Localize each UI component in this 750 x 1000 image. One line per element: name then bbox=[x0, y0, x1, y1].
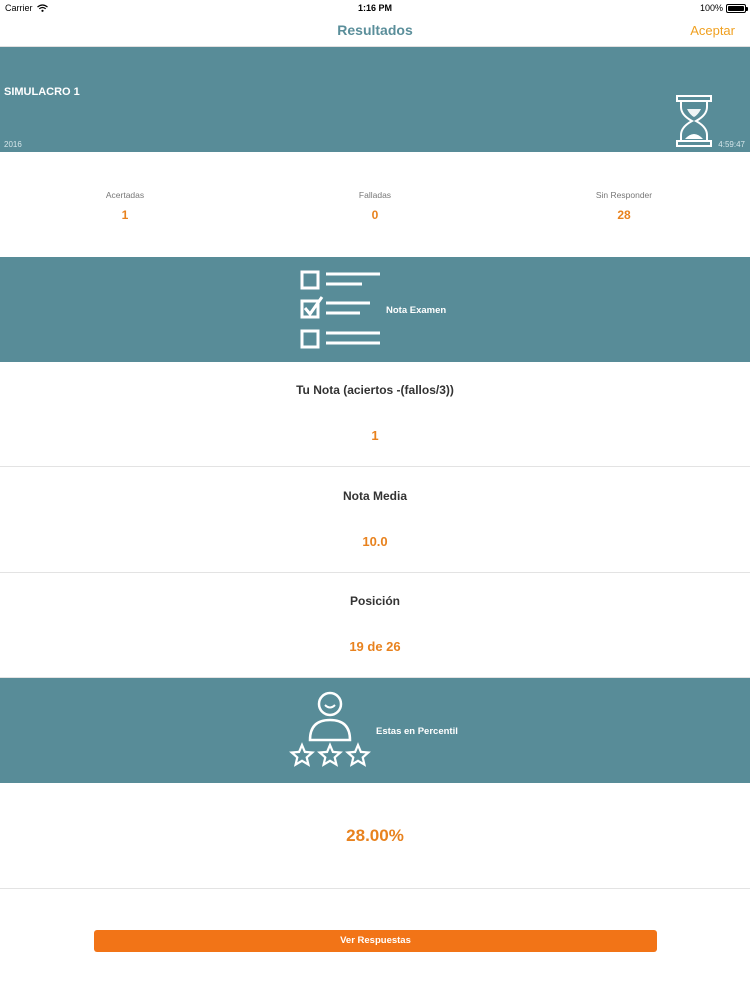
percentile-value: 28.00% bbox=[346, 826, 404, 845]
exam-duration: 4:59:47 bbox=[718, 140, 745, 149]
percentile-row: 28.00% bbox=[0, 785, 750, 889]
stat-correct: Acertadas 1 bbox=[25, 190, 225, 222]
stat-wrong: Falladas 0 bbox=[275, 190, 475, 222]
row-value: 19 de 26 bbox=[349, 639, 401, 654]
status-bar: Carrier 1:16 PM 100% bbox=[0, 0, 750, 16]
stat-value: 1 bbox=[121, 208, 129, 222]
page-title: Resultados bbox=[337, 22, 413, 38]
hourglass-icon bbox=[676, 95, 712, 147]
stat-label: Acertadas bbox=[105, 190, 145, 200]
percentile-section-header: Estas en Percentil bbox=[0, 678, 750, 783]
stat-label: Sin Responder bbox=[595, 190, 653, 200]
view-answers-button[interactable]: Ver Respuestas bbox=[94, 930, 657, 952]
grade-section-header: Nota Examen bbox=[0, 257, 750, 362]
percentile-section-label: Estas en Percentil bbox=[376, 726, 458, 737]
grade-row-average: Nota Media 10.0 bbox=[0, 468, 750, 573]
exam-title: SIMULACRO 1 bbox=[4, 86, 80, 98]
exam-header: SIMULACRO 1 2016 4:59:47 bbox=[0, 47, 750, 152]
row-label: Tu Nota (aciertos -(fallos/3)) bbox=[296, 383, 454, 397]
battery-icon bbox=[726, 3, 748, 13]
grade-section-label: Nota Examen bbox=[386, 305, 447, 316]
answer-stats: Acertadas 1 Falladas 0 Sin Responder 28 bbox=[0, 152, 750, 257]
status-time: 1:16 PM bbox=[357, 3, 392, 13]
accept-button[interactable]: Aceptar bbox=[690, 23, 735, 38]
row-label: Nota Media bbox=[342, 489, 407, 503]
stat-value: 0 bbox=[371, 208, 379, 222]
row-value: 10.0 bbox=[362, 534, 388, 549]
person-stars-icon bbox=[289, 691, 371, 767]
exam-year: 2016 bbox=[4, 140, 22, 149]
grade-row-your-grade: Tu Nota (aciertos -(fallos/3)) 1 bbox=[0, 362, 750, 467]
stat-unanswered: Sin Responder 28 bbox=[524, 190, 724, 222]
battery-percent: 100% bbox=[699, 3, 723, 13]
checklist-icon bbox=[300, 270, 380, 349]
row-value: 1 bbox=[371, 428, 379, 443]
stat-value: 28 bbox=[617, 208, 631, 222]
navigation-bar: Resultados Aceptar bbox=[0, 16, 750, 47]
stat-label: Falladas bbox=[358, 190, 392, 200]
row-label: Posición bbox=[349, 594, 400, 608]
grade-row-position: Posición 19 de 26 bbox=[0, 573, 750, 678]
